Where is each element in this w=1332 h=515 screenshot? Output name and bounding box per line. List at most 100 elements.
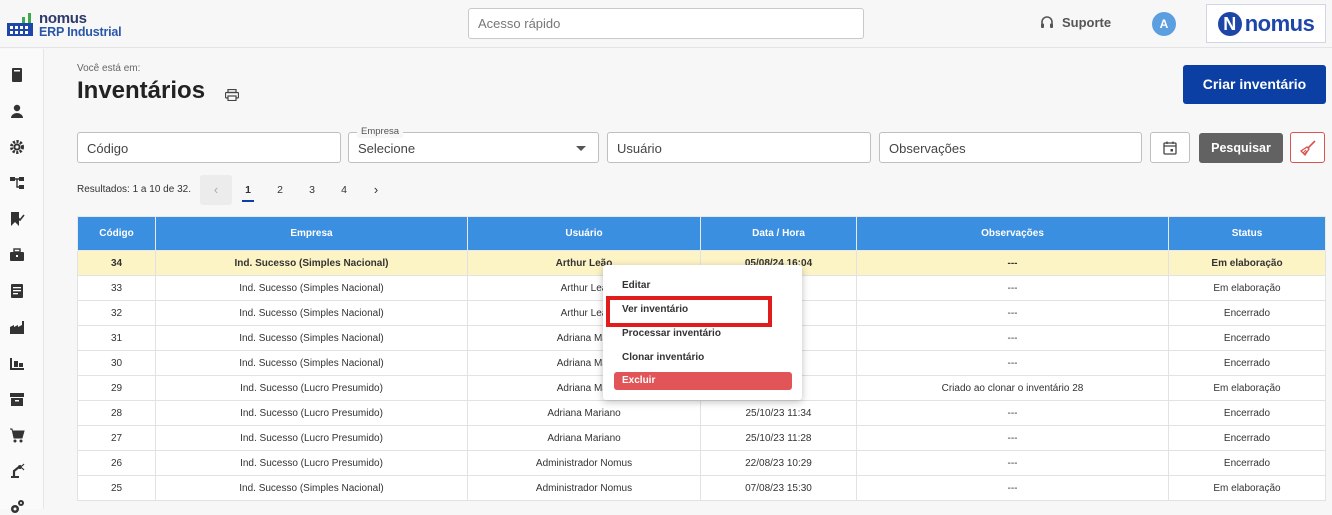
cell-data: 22/08/23 10:29 xyxy=(700,450,857,476)
cell-usuario: Adriana Mariano xyxy=(467,425,701,451)
user-icon[interactable] xyxy=(9,103,25,119)
cell-obs: --- xyxy=(856,300,1169,326)
table-row[interactable]: 27 Ind. Sucesso (Lucro Presumido) Adriana … xyxy=(77,425,1326,451)
cell-empresa: Ind. Sucesso (Simples Nacional) xyxy=(155,275,468,301)
menu-item-clonar-inventario[interactable]: Clonar inventário xyxy=(622,352,704,363)
headset-icon xyxy=(1041,15,1053,28)
print-icon[interactable] xyxy=(225,89,239,101)
logo-factory-icon xyxy=(7,13,33,36)
create-inventory-button[interactable]: Criar inventário xyxy=(1183,65,1326,104)
pagination: ‹ 1 2 3 4 › xyxy=(200,175,392,205)
cell-codigo: 28 xyxy=(77,400,156,426)
app-logo[interactable]: nomus ERP Industrial xyxy=(6,8,124,40)
warehouse-icon[interactable] xyxy=(9,355,25,371)
page-4[interactable]: 4 xyxy=(328,175,360,205)
user-avatar[interactable]: A xyxy=(1152,12,1176,36)
cell-status: Encerrado xyxy=(1168,300,1326,326)
calendar-icon xyxy=(1163,141,1177,155)
header-observacoes[interactable]: Observações xyxy=(856,216,1169,251)
table-row[interactable]: 25 Ind. Sucesso (Simples Nacional) Adminis… xyxy=(77,475,1326,501)
header-codigo[interactable]: Código xyxy=(77,216,156,251)
bookmark-check-icon[interactable] xyxy=(9,211,25,227)
gear-icon[interactable] xyxy=(9,139,25,155)
support-link[interactable]: Suporte xyxy=(1040,15,1111,30)
cell-obs: --- xyxy=(856,400,1169,426)
quick-access-input[interactable]: Acesso rápido xyxy=(468,8,864,39)
cell-status: Encerrado xyxy=(1168,350,1326,376)
menu-item-excluir[interactable]: Excluir xyxy=(614,372,792,390)
cogs-icon[interactable] xyxy=(9,499,25,515)
logo-line2: ERP Industrial xyxy=(39,25,122,39)
cell-obs: --- xyxy=(856,475,1169,501)
search-button[interactable]: Pesquisar xyxy=(1199,133,1283,163)
row-context-menu: Editar Ver inventário Processar inventár… xyxy=(603,265,802,400)
header-usuario[interactable]: Usuário xyxy=(467,216,701,251)
cell-status: Em elaboração xyxy=(1168,250,1326,276)
codigo-field[interactable]: Código xyxy=(77,132,341,163)
cell-codigo: 25 xyxy=(77,475,156,501)
cell-obs: --- xyxy=(856,250,1169,276)
cell-empresa: Ind. Sucesso (Lucro Presumido) xyxy=(155,450,468,476)
factory-icon[interactable] xyxy=(9,319,25,335)
empresa-select[interactable]: Empresa Selecione xyxy=(348,126,599,163)
header-status[interactable]: Status xyxy=(1168,216,1326,251)
cell-empresa: Ind. Sucesso (Lucro Presumido) xyxy=(155,425,468,451)
main-content: Você está em: Inventários Criar inventár… xyxy=(44,49,1332,509)
cell-obs: --- xyxy=(856,325,1169,351)
page-3[interactable]: 3 xyxy=(296,175,328,205)
clear-filters-button[interactable] xyxy=(1290,132,1325,163)
cell-codigo: 34 xyxy=(77,250,156,276)
cell-status: Encerrado xyxy=(1168,325,1326,351)
ledger-icon[interactable] xyxy=(9,283,25,299)
cell-usuario: Adriana Mariano xyxy=(467,400,701,426)
support-label: Suporte xyxy=(1062,15,1112,30)
breadcrumb: Você está em: xyxy=(77,63,141,74)
cell-obs: --- xyxy=(856,450,1169,476)
cell-empresa: Ind. Sucesso (Simples Nacional) xyxy=(155,300,468,326)
cell-status: Encerrado xyxy=(1168,400,1326,426)
cell-obs: --- xyxy=(856,425,1169,451)
briefcase-icon[interactable] xyxy=(9,247,25,263)
empresa-label: Empresa xyxy=(357,126,404,138)
cell-usuario: Administrador Nomus xyxy=(467,450,701,476)
table-row[interactable]: 26 Ind. Sucesso (Lucro Presumido) Administ… xyxy=(77,450,1326,476)
menu-item-processar-inventario[interactable]: Processar inventário xyxy=(622,328,721,339)
header-empresa[interactable]: Empresa xyxy=(155,216,468,251)
date-filter-button[interactable] xyxy=(1150,132,1190,163)
observacoes-field[interactable]: Observações xyxy=(879,132,1142,163)
table-row[interactable]: 28 Ind. Sucesso (Lucro Presumido) Adriana … xyxy=(77,400,1326,426)
usuario-field[interactable]: Usuário xyxy=(607,132,871,163)
cell-obs: --- xyxy=(856,275,1169,301)
cell-status: Em elaboração xyxy=(1168,275,1326,301)
cell-empresa: Ind. Sucesso (Simples Nacional) xyxy=(155,325,468,351)
cell-status: Encerrado xyxy=(1168,425,1326,451)
menu-item-editar[interactable]: Editar xyxy=(622,280,650,291)
hierarchy-icon[interactable] xyxy=(9,175,25,191)
cell-status: Em elaboração xyxy=(1168,375,1326,401)
next-page-chevron-right-icon[interactable]: › xyxy=(360,175,392,205)
cell-obs: Criado ao clonar o inventário 28 xyxy=(856,375,1169,401)
cell-empresa: Ind. Sucesso (Simples Nacional) xyxy=(155,250,468,276)
book-icon[interactable] xyxy=(9,67,25,83)
cell-data: 25/10/23 11:34 xyxy=(700,400,857,426)
header-data-hora[interactable]: Data / Hora xyxy=(700,216,857,251)
robot-arm-icon[interactable] xyxy=(9,463,25,479)
cell-status: Em elaboração xyxy=(1168,475,1326,501)
archive-icon[interactable] xyxy=(9,391,25,407)
cell-empresa: Ind. Sucesso (Simples Nacional) xyxy=(155,475,468,501)
cell-data: 07/08/23 15:30 xyxy=(700,475,857,501)
cart-icon[interactable] xyxy=(9,427,25,443)
cell-codigo: 30 xyxy=(77,350,156,376)
cell-empresa: Ind. Sucesso (Lucro Presumido) xyxy=(155,400,468,426)
cell-usuario: Administrador Nomus xyxy=(467,475,701,501)
cell-codigo: 29 xyxy=(77,375,156,401)
cell-codigo: 31 xyxy=(77,325,156,351)
prev-page-chevron-left-icon[interactable]: ‹ xyxy=(200,175,232,205)
top-bar: nomus ERP Industrial Acesso rápido Supor… xyxy=(0,0,1332,48)
cell-empresa: Ind. Sucesso (Lucro Presumido) xyxy=(155,375,468,401)
results-summary: Resultados: 1 a 10 de 32. xyxy=(77,184,191,195)
page-2[interactable]: 2 xyxy=(264,175,296,205)
highlight-annotation-box xyxy=(606,296,772,327)
page-1[interactable]: 1 xyxy=(232,175,264,205)
brand-n-mark: N xyxy=(1217,11,1242,36)
